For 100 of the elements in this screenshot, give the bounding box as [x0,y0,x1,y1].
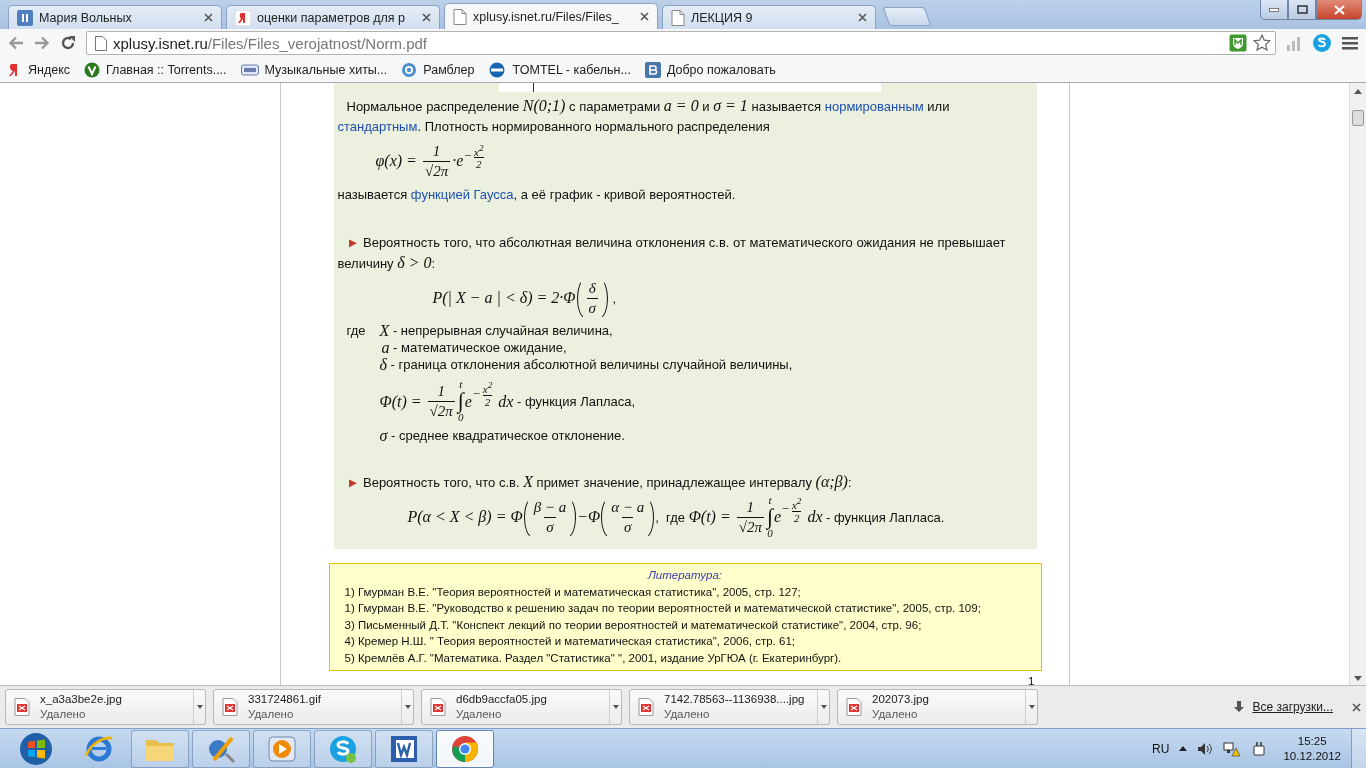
bookmark-link[interactable]: Яндекс [6,61,71,78]
close-icon[interactable] [204,13,213,22]
bullet-paragraph: ► Вероятность того, что с.в. X примет значение, принадлежащее интервалу (α;β): [345,472,853,493]
site-logo-icon [240,62,259,77]
scroll-down-icon[interactable] [1354,676,1362,681]
download-filename: 331724861.gif [248,692,321,707]
maximize-icon [1296,5,1308,14]
download-filename: d6db9accfa05.jpg [456,692,547,707]
browser-tab[interactable]: ЛЕКЦИЯ 9 [662,5,876,29]
close-icon[interactable] [640,12,649,21]
reload-icon[interactable] [60,35,76,51]
bookmark-link[interactable]: Добро пожаловать [644,61,776,78]
minimize-button[interactable] [1260,0,1288,20]
media-player-icon[interactable] [267,733,297,764]
start-button[interactable] [19,731,53,766]
reference-item: 5) Кремлёв А.Г. "Математика. Раздел "Статистика" ", 2001, издание УрГЮА (г. Екатеринбург). [344,650,842,666]
taskbar-app-button[interactable] [375,729,433,768]
tray-expand-icon[interactable] [1179,746,1188,751]
broken-image-icon [638,698,654,716]
taskbar-app-button[interactable] [192,729,250,768]
shield-icon[interactable] [1229,34,1247,52]
network-warning-icon[interactable] [1223,740,1242,757]
caret-icon [1028,705,1035,709]
clock[interactable]: 15:25 10.12.2012 [1283,733,1341,764]
skype-icon[interactable] [1312,33,1332,53]
star-icon[interactable] [1253,34,1271,52]
literature-title: Литература: [647,568,723,583]
reference-item: 1) Гмурман В.Е. "Теория вероятностей и математическая статистика", 2005, стр. 127; [344,584,801,600]
globe-icon [401,61,418,78]
scroll-thumb[interactable] [1352,110,1364,126]
download-status: Удалено [456,707,503,722]
download-status: Удалено [40,707,87,722]
site-logo-icon [84,61,101,78]
close-icon[interactable] [858,13,867,22]
definition-line: σ - среднее квадратическое отклонение. [379,427,625,444]
all-downloads-link[interactable]: Все загрузки... [1252,700,1333,714]
download-menu-button[interactable] [817,690,829,724]
site-logo-icon [235,9,251,26]
browser-tab[interactable]: оценки параметров для р [226,5,440,29]
scrollbar[interactable] [1349,83,1366,685]
download-menu-button[interactable] [193,690,205,724]
document-icon [453,8,467,25]
close-icon[interactable] [422,13,431,22]
paragraph: Нормальное распределение N(0;1) с параметрами a = 0 и σ = 1 называется нормированным или стандартным. Плотность нормированного нормального распределения [337,96,951,136]
site-logo-icon [488,61,507,78]
address-field[interactable]: xplusy.isnet.ru/Files/Files_verojatnost/Norm.pdf [86,31,1276,55]
download-filename: 7142.78563--1136938....jpg [664,692,805,707]
download-status: Удалено [664,707,711,722]
browser-tab[interactable]: Мария Вольных [8,5,222,29]
close-button[interactable] [1316,0,1362,20]
download-menu-button[interactable] [401,690,413,724]
bullet-paragraph: ► Вероятность того, что абсолютная величина отклонения с.в. от математического ожидания не превышает величину δ > 0: [337,234,1007,273]
download-status: Удалено [872,707,919,722]
word-icon[interactable] [389,733,419,764]
site-logo-icon [644,61,661,78]
definition-line: a - математическое ожидание, [380,339,567,356]
taskbar-app-button[interactable] [436,729,494,768]
chrome-icon[interactable] [450,733,480,764]
reference-item: 4) Кремер Н.Ш. " Теория вероятностей и математическая статистика", 2006, стр. 61; [344,634,795,649]
definition-line: δ - граница отклонения абсолютной величины случайной величины, [379,356,793,373]
browser-tab[interactable]: xplusy.isnet.ru/Files/Files_ [444,3,658,29]
page-number: 1 [1028,675,1035,687]
definition-line: X - непрерывная случайная величина, [379,322,613,339]
download-menu-button[interactable] [609,690,621,724]
caret-icon [404,705,411,709]
scroll-up-icon[interactable] [1354,89,1362,94]
skype-icon[interactable] [328,733,358,764]
bookmark-link[interactable]: Рамблер [401,61,475,78]
bookmark-link[interactable]: Главная :: Torrents.... [84,61,227,78]
download-filename: 202073.jpg [872,692,929,707]
close-icon[interactable] [1352,702,1361,712]
where-label: где [345,322,367,340]
minimize-icon [1269,7,1279,12]
bookmark-link[interactable]: Музыкальные хиты... [240,62,388,77]
broken-image-icon [14,698,30,716]
paragraph: называется функцией Гаусса, а её график - кривой вероятностей. [337,186,737,204]
back-icon[interactable] [8,36,24,50]
document-icon [671,9,685,26]
download-filename: x_a3a3be2e.jpg [40,692,122,707]
broken-image-icon [222,698,238,716]
reference-item: 1) Гмурман В.Е. "Руководство к решению задач по теории вероятностей и математической статистике", 2005, стр. 109; [344,601,981,616]
speaker-icon[interactable] [1197,741,1214,756]
close-icon [1333,4,1345,15]
forward-icon[interactable] [34,36,50,50]
download-menu-button[interactable] [1025,690,1037,724]
power-plug-icon[interactable] [1251,740,1268,757]
menu-icon[interactable] [1342,36,1358,50]
pause-icon [17,9,33,26]
broken-image-icon [846,698,862,716]
download-arrow-icon [1234,701,1245,713]
taskbar-app-button[interactable] [314,729,372,768]
caret-icon [612,705,619,709]
language-indicator[interactable]: RU [1152,741,1170,756]
download-status: Удалено [248,707,295,722]
reference-item: 3) Письменный Д.Т. "Конспект лекций по теории вероятностей и математической статистике", 2004, стр. 96; [344,617,922,633]
bookmark-link[interactable]: TOMTEL - кабельн... [488,61,631,78]
caret-icon [196,705,203,709]
page-icon [95,35,107,51]
broken-image-icon [430,698,446,716]
maximize-button[interactable] [1288,0,1316,20]
